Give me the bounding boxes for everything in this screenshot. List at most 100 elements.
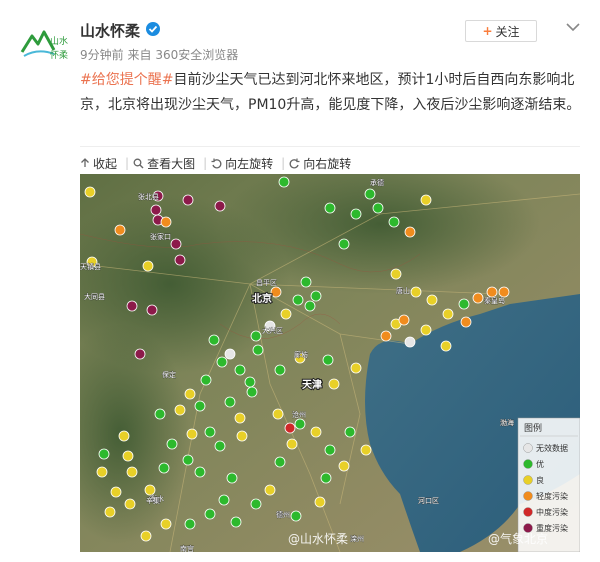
divider: |: [125, 156, 130, 170]
post-time[interactable]: 9分钟前: [80, 48, 124, 62]
station-marker: [264, 484, 276, 496]
station-marker: [246, 386, 258, 398]
place-label: 渤海: [500, 418, 514, 427]
station-marker: [154, 408, 166, 420]
legend-swatch: [523, 491, 533, 501]
station-marker: [250, 330, 262, 342]
place-label: 沧州: [292, 410, 306, 419]
station-marker: [96, 466, 108, 478]
station-marker: [404, 226, 416, 238]
station-marker: [310, 426, 322, 438]
station-marker: [274, 364, 286, 376]
station-marker: [404, 336, 416, 348]
legend-swatch: [523, 507, 533, 517]
plus-icon: +: [482, 24, 493, 38]
place-label: 保定: [162, 370, 176, 379]
view-large-label: 查看大图: [147, 156, 196, 171]
station-marker: [186, 428, 198, 440]
collapse-button[interactable]: 收起: [80, 155, 117, 172]
station-marker: [372, 202, 384, 214]
station-marker: [140, 530, 152, 542]
chevron-down-icon[interactable]: [565, 20, 581, 34]
station-marker: [290, 510, 302, 522]
station-marker: [380, 330, 392, 342]
post-text: #给您提个醒#目前沙尘天气已达到河北怀来地区，预计1小时后自西向东影响北京，北京…: [80, 68, 590, 118]
station-marker: [324, 444, 336, 456]
station-marker: [182, 194, 194, 206]
source-prefix: 来自: [127, 48, 152, 62]
divider: |: [281, 156, 286, 170]
logo-subtext: 怀柔: [50, 49, 68, 61]
place-label: 大同县: [84, 292, 105, 301]
station-marker: [440, 340, 452, 352]
place-label: 承德: [370, 178, 384, 187]
avatar[interactable]: 山水 怀柔: [20, 22, 72, 66]
place-label: 辛集: [146, 496, 160, 505]
station-marker: [114, 224, 126, 236]
station-marker: [226, 472, 238, 484]
watermark-1: @山水怀柔: [288, 532, 348, 546]
follow-button[interactable]: + 关注: [465, 20, 537, 42]
legend-swatch: [523, 475, 533, 485]
station-marker: [364, 188, 376, 200]
station-marker: [216, 356, 228, 368]
rotate-left-button[interactable]: 向左旋转: [211, 155, 273, 172]
station-marker: [390, 268, 402, 280]
station-marker: [146, 304, 158, 316]
station-marker: [350, 362, 362, 374]
station-marker: [286, 438, 298, 450]
station-marker: [98, 448, 110, 460]
station-marker: [486, 286, 498, 298]
post-image[interactable]: 张北县 张家口 天镇县 大同县 昌平区 大兴区 廊坊 保定 沧州 衡水 德州 秦皇岛 唐山 承德 南宫 渤海河…: [80, 174, 580, 552]
station-marker: [284, 422, 296, 434]
place-label: 滦州: [350, 534, 364, 543]
place-label: 河口区: [418, 497, 439, 505]
station-marker: [234, 412, 246, 424]
station-marker: [300, 276, 312, 288]
station-marker: [184, 518, 196, 530]
station-marker: [200, 374, 212, 386]
station-marker: [324, 202, 336, 214]
station-marker: [204, 508, 216, 520]
station-marker: [182, 454, 194, 466]
station-marker: [104, 506, 116, 518]
place-label: 张北县: [138, 192, 159, 201]
station-marker: [122, 450, 134, 462]
station-marker: [292, 294, 304, 306]
station-marker: [84, 186, 96, 198]
arrow-up-icon: [81, 158, 89, 167]
place-label: 南宫: [180, 544, 194, 552]
station-marker: [230, 516, 242, 528]
verified-badge-icon: [146, 22, 160, 36]
station-marker: [322, 354, 334, 366]
station-marker: [126, 466, 138, 478]
station-marker: [410, 286, 422, 298]
legend-label: 轻度污染: [536, 491, 568, 501]
station-marker: [344, 426, 356, 438]
station-marker: [294, 418, 306, 430]
station-marker: [338, 238, 350, 250]
legend-swatch: [523, 459, 533, 469]
station-marker: [320, 472, 332, 484]
username[interactable]: 山水怀柔: [80, 20, 140, 41]
hashtag-link[interactable]: #给您提个醒#: [80, 72, 173, 88]
rotate-right-icon: [289, 158, 300, 168]
station-marker: [194, 400, 206, 412]
place-label: 张家口: [150, 232, 171, 241]
magnifier-icon: [133, 158, 144, 168]
station-marker: [134, 348, 146, 360]
station-marker: [124, 498, 136, 510]
station-marker: [350, 208, 362, 220]
place-label: 昌平区: [256, 279, 277, 287]
station-marker: [442, 308, 454, 320]
rotate-right-label: 向右旋转: [303, 156, 352, 171]
post-source[interactable]: 360安全浏览器: [155, 48, 238, 62]
station-marker: [150, 204, 162, 216]
station-marker: [398, 314, 410, 326]
station-marker: [236, 430, 248, 442]
station-marker: [110, 486, 122, 498]
city-label-tianjin: 天津: [302, 378, 322, 391]
view-large-button[interactable]: 查看大图: [133, 155, 195, 172]
station-marker: [118, 430, 130, 442]
rotate-right-button[interactable]: 向右旋转: [289, 155, 351, 172]
